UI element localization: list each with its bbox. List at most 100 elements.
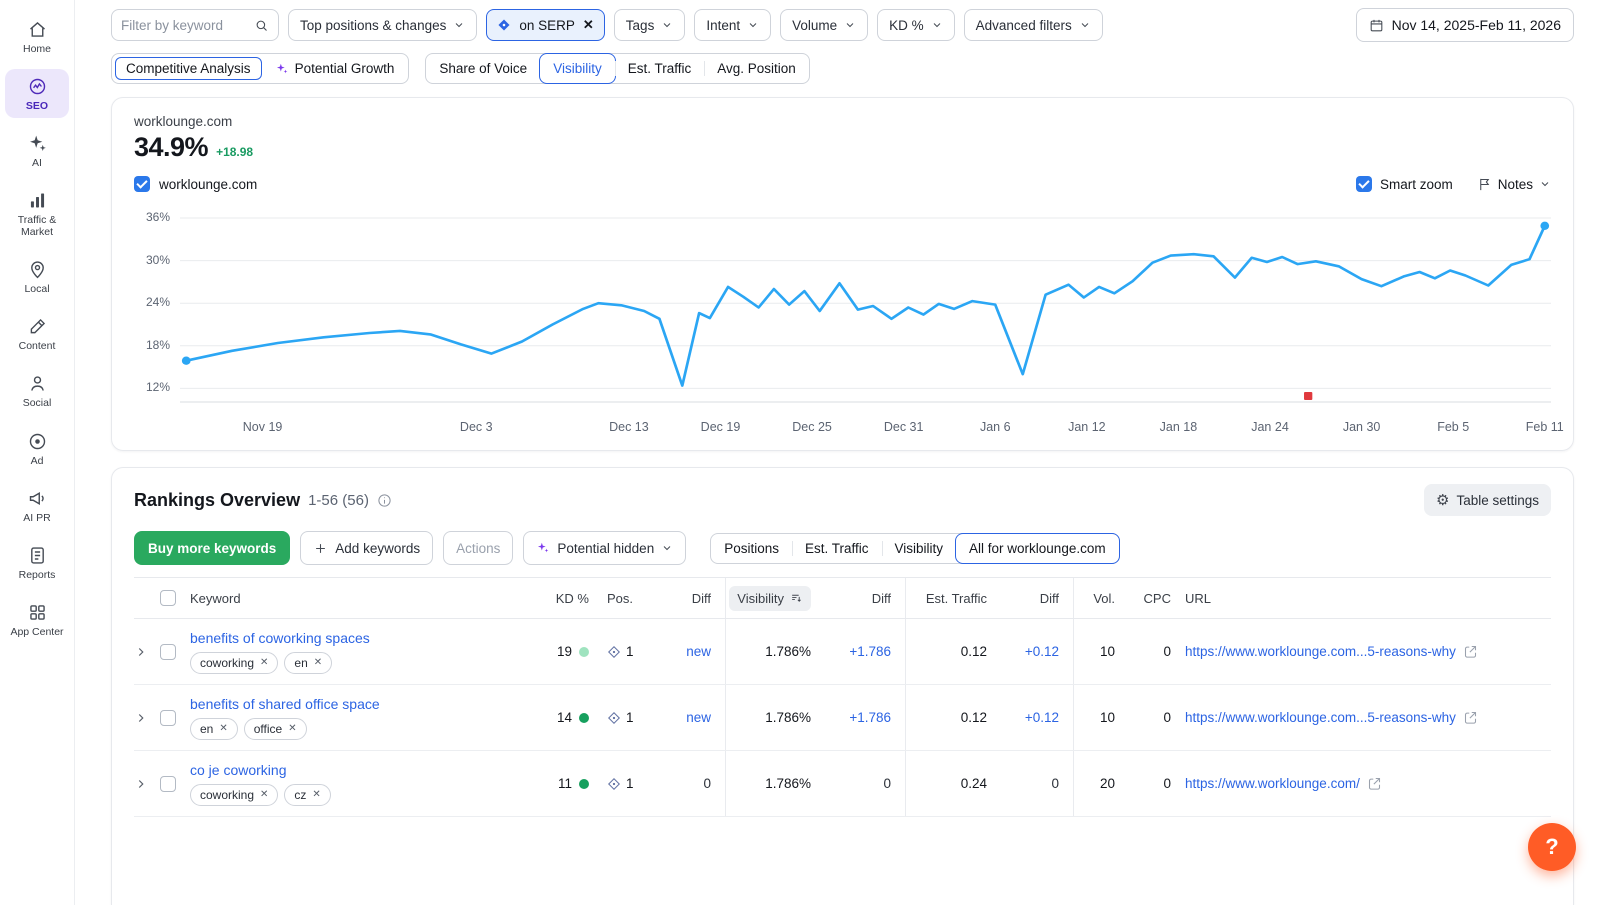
external-link-icon[interactable] [1367, 776, 1382, 791]
remove-serp-filter-icon[interactable]: ✕ [583, 17, 594, 33]
sidebar-item-ai-pr[interactable]: AI PR [5, 481, 69, 530]
diff-vis-cell: 0 [825, 751, 905, 816]
help-button[interactable]: ? [1528, 823, 1576, 871]
sparkle-icon [275, 62, 289, 76]
sidebar-item-ad[interactable]: Ad [5, 424, 69, 473]
info-icon[interactable] [377, 493, 392, 508]
header-est-traffic[interactable]: Est. Traffic [905, 578, 1001, 618]
remove-tag-icon[interactable]: ✕ [312, 789, 320, 800]
x-axis-tick: Dec 31 [884, 420, 924, 434]
header-diff-traffic[interactable]: Diff [1001, 578, 1073, 618]
header-cpc[interactable]: CPC [1129, 578, 1185, 618]
table-settings-button[interactable]: ⚙ Table settings [1424, 484, 1551, 516]
remove-tag-icon[interactable]: ✕ [219, 723, 227, 734]
remove-tag-icon[interactable]: ✕ [260, 789, 268, 800]
keyword-link[interactable]: benefits of coworking spaces [190, 630, 370, 646]
legend-checkbox[interactable] [134, 176, 150, 192]
notes-dropdown[interactable]: Notes [1477, 177, 1551, 192]
date-range-picker[interactable]: Nov 14, 2025-Feb 11, 2026 [1356, 8, 1574, 42]
remove-tag-icon[interactable]: ✕ [288, 723, 296, 734]
est-traffic-cell: 0.12 [905, 619, 1001, 684]
visibility-sort-button[interactable]: Visibility [729, 586, 811, 611]
tags-filter[interactable]: Tags [614, 9, 686, 41]
on-serp-chip[interactable]: on SERP ✕ [486, 9, 604, 41]
sidebar-item-traffic-market[interactable]: Traffic & Market [5, 183, 69, 244]
pos-cell: 1 [603, 619, 661, 684]
intent-filter[interactable]: Intent [694, 9, 771, 41]
visibility-value: 34.9% [134, 132, 208, 163]
keyword-tag[interactable]: office✕ [244, 718, 307, 740]
segment-visibility[interactable]: Visibility [882, 534, 957, 563]
map-pin-icon [27, 259, 48, 280]
potential-hidden-dropdown[interactable]: Potential hidden [523, 531, 686, 565]
keyword-link[interactable]: benefits of shared office space [190, 696, 380, 712]
tab-visibility[interactable]: Visibility [539, 53, 616, 84]
sidebar-item-reports[interactable]: Reports [5, 538, 69, 587]
url-link[interactable]: https://www.worklounge.com...5-reasons-w… [1185, 710, 1456, 725]
header-vol[interactable]: Vol. [1073, 578, 1129, 618]
expand-row-icon[interactable] [134, 645, 148, 659]
sidebar-item-app-center[interactable]: App Center [5, 595, 69, 644]
select-all-checkbox[interactable] [160, 590, 176, 606]
y-axis-tick: 30% [146, 253, 170, 267]
tab-label: Avg. Position [717, 61, 796, 76]
url-cell: https://www.worklounge.com...5-reasons-w… [1185, 619, 1551, 684]
buy-more-keywords-button[interactable]: Buy more keywords [134, 531, 290, 565]
visibility-line-chart[interactable] [180, 206, 1551, 416]
serp-feature-icon [607, 777, 621, 791]
sidebar-item-seo[interactable]: SEO [5, 69, 69, 118]
header-kd[interactable]: KD % [539, 578, 603, 618]
add-keywords-button[interactable]: Add keywords [300, 531, 433, 565]
tab-avg-position[interactable]: Avg. Position [704, 54, 809, 83]
keyword-tag[interactable]: en✕ [284, 652, 332, 674]
url-link[interactable]: https://www.worklounge.com/ [1185, 776, 1360, 791]
header-pos[interactable]: Pos. [603, 578, 661, 618]
segment-all-for-domain[interactable]: All for worklounge.com [955, 533, 1120, 564]
remove-tag-icon[interactable]: ✕ [260, 657, 268, 668]
url-link[interactable]: https://www.worklounge.com...5-reasons-w… [1185, 644, 1456, 659]
tab-share-of-voice[interactable]: Share of Voice [426, 54, 540, 83]
sidebar-item-local[interactable]: Local [5, 252, 69, 301]
target-icon [27, 431, 48, 452]
keyword-filter-input[interactable] [121, 18, 248, 33]
row-checkbox[interactable] [160, 776, 176, 792]
keyword-tag[interactable]: en✕ [190, 718, 238, 740]
expand-row-icon[interactable] [134, 777, 148, 791]
keyword-link[interactable]: co je coworking [190, 762, 287, 778]
expand-row-icon[interactable] [134, 711, 148, 725]
segment-positions[interactable]: Positions [711, 534, 792, 563]
sidebar-item-home[interactable]: Home [5, 12, 69, 61]
external-link-icon[interactable] [1463, 710, 1478, 725]
actions-button[interactable]: Actions [443, 531, 513, 565]
sidebar-item-label: Social [6, 397, 68, 409]
keyword-tag[interactable]: cz✕ [284, 784, 330, 806]
tab-est-traffic[interactable]: Est. Traffic [615, 54, 705, 83]
remove-tag-icon[interactable]: ✕ [314, 657, 322, 668]
smart-zoom-toggle[interactable]: Smart zoom [1356, 176, 1453, 192]
kd-filter[interactable]: KD % [877, 9, 955, 41]
document-icon [27, 545, 48, 566]
top-positions-filter[interactable]: Top positions & changes [288, 9, 477, 41]
external-link-icon[interactable] [1463, 644, 1478, 659]
chart-plot-area[interactable]: Nov 19Dec 3Dec 13Dec 19Dec 25Dec 31Jan 6… [180, 206, 1551, 442]
chevron-down-icon [661, 542, 673, 554]
header-diff-vis[interactable]: Diff [825, 578, 905, 618]
header-url[interactable]: URL [1185, 578, 1551, 618]
volume-filter[interactable]: Volume [780, 9, 868, 41]
row-checkbox[interactable] [160, 710, 176, 726]
smart-zoom-checkbox[interactable] [1356, 176, 1372, 192]
row-checkbox[interactable] [160, 644, 176, 660]
header-diff-pos[interactable]: Diff [661, 578, 725, 618]
sidebar-item-content[interactable]: Content [5, 309, 69, 358]
sidebar-item-social[interactable]: Social [5, 366, 69, 415]
advanced-filters[interactable]: Advanced filters [964, 9, 1103, 41]
keyword-tag[interactable]: coworking✕ [190, 784, 278, 806]
tab-potential-growth[interactable]: Potential Growth [264, 57, 406, 80]
sidebar-item-ai[interactable]: AI [5, 126, 69, 175]
filter-label: Top positions & changes [300, 18, 446, 33]
segment-est-traffic[interactable]: Est. Traffic [792, 534, 882, 563]
tab-competitive-analysis[interactable]: Competitive Analysis [115, 57, 262, 80]
keyword-tag[interactable]: coworking✕ [190, 652, 278, 674]
header-keyword[interactable]: Keyword [190, 578, 539, 618]
search-icon[interactable] [254, 18, 269, 33]
